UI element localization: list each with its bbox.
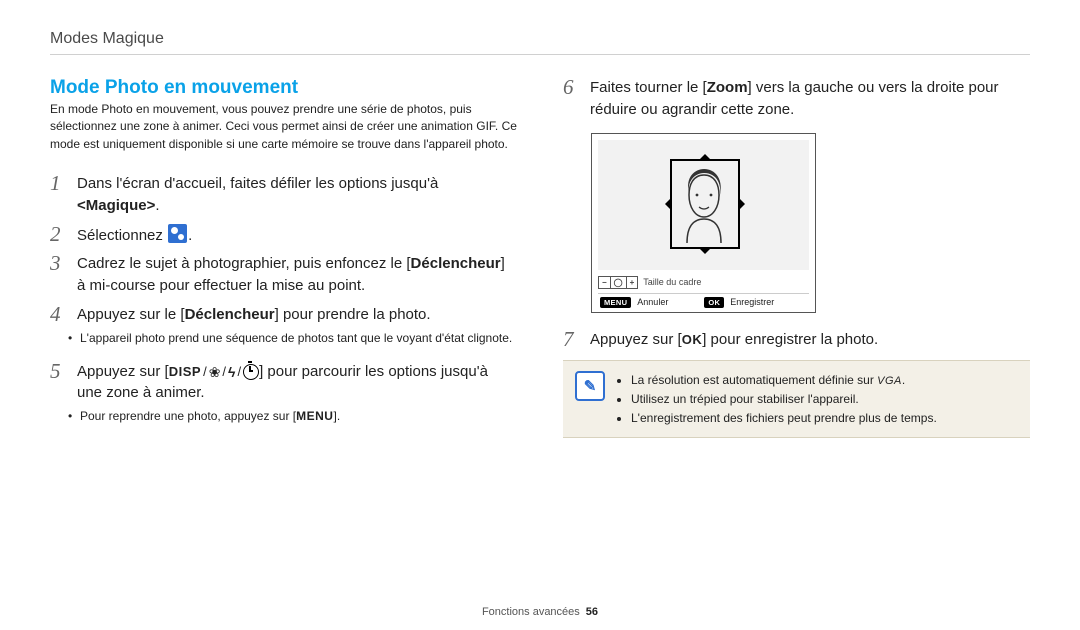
step-6-text: Faites tourner le [Zoom] vers la gauche …: [590, 77, 1030, 121]
camera-lcd-mockup: −◯+ Taille du cadre MENU Annuler OK Enre…: [591, 133, 816, 313]
lcd-cancel-label: Annuler: [637, 297, 668, 307]
disp-label: DISP: [169, 363, 201, 382]
step-5-sub: Pour reprendre une photo, appuyez sur [M…: [50, 407, 517, 425]
arrow-up-icon: [699, 148, 711, 160]
step-number-5: 5: [50, 361, 66, 382]
step-5-text: Appuyez sur [ DISP / ❀ / ϟ / ] pour parc…: [77, 361, 517, 405]
step-number-4: 4: [50, 304, 66, 325]
step-2-text: Sélectionnez .: [77, 224, 517, 247]
step-1-text: Dans l'écran d'accueil, faites défiler l…: [77, 173, 517, 217]
flash-icon: ϟ: [228, 362, 235, 382]
vga-tag: VGA: [877, 375, 902, 387]
step-7-text: Appuyez sur [OK] pour enregistrer la pho…: [590, 329, 1030, 351]
macro-icon: ❀: [209, 362, 221, 382]
note-icon: ✎: [575, 371, 605, 401]
step-number-2: 2: [50, 224, 66, 245]
divider: [50, 54, 1030, 55]
note-item-1: La résolution est automatiquement défini…: [631, 371, 937, 390]
intro-paragraph: En mode Photo en mouvement, vous pouvez …: [50, 101, 517, 153]
arrow-left-icon: [659, 198, 671, 210]
menu-label-icon: MENU: [296, 409, 333, 423]
timer-icon: [243, 364, 259, 380]
step-number-7: 7: [563, 329, 579, 350]
selection-frame: [670, 159, 740, 249]
lcd-frame-caption: Taille du cadre: [643, 277, 701, 287]
arrow-down-icon: [699, 248, 711, 260]
breadcrumb: Modes Magique: [50, 30, 1030, 48]
note-item-2: Utilisez un trépied pour stabiliser l'ap…: [631, 390, 937, 409]
menu-pill-icon: MENU: [600, 297, 631, 308]
note-item-3: L'enregistrement des fichiers peut prend…: [631, 409, 937, 428]
lcd-image-area: [598, 140, 809, 270]
page-footer: Fonctions avancées56: [50, 600, 1030, 618]
mode-icon: [168, 224, 187, 243]
step-number-6: 6: [563, 77, 579, 98]
lcd-save-label: Enregistrer: [730, 297, 774, 307]
nav-controls-icon: DISP / ❀ / ϟ /: [169, 362, 259, 382]
section-title: Mode Photo en mouvement: [50, 77, 517, 99]
step-3-text: Cadrez le sujet à photographier, puis en…: [77, 253, 517, 297]
note-box: ✎ La résolution est automatiquement défi…: [563, 360, 1030, 438]
step-4-text: Appuyez sur le [Déclencheur] pour prendr…: [77, 304, 517, 326]
arrow-right-icon: [739, 198, 751, 210]
ok-pill-icon: OK: [704, 297, 724, 308]
step-4-sub: L'appareil photo prend une séquence de p…: [50, 329, 517, 347]
ok-label-icon: OK: [682, 332, 703, 347]
step-number-3: 3: [50, 253, 66, 274]
step-number-1: 1: [50, 173, 66, 194]
zoom-control-icon: −◯+: [598, 276, 638, 289]
